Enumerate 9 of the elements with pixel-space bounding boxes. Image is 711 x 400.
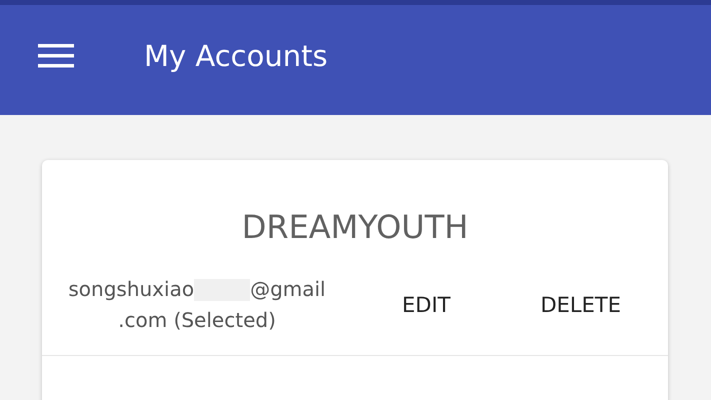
email-text: .com	[118, 308, 168, 332]
menu-icon[interactable]	[38, 44, 74, 68]
action-button[interactable]: EDIT	[392, 286, 460, 322]
app-title: My Accounts	[144, 39, 328, 73]
account-name: DREAMYOUTH	[240, 207, 470, 246]
selected-label: (Selected)	[174, 308, 276, 332]
email-text: songshuxiao	[68, 276, 194, 300]
action-button[interactable]: DELETE	[530, 286, 631, 322]
email-text: @gmail	[250, 276, 326, 300]
